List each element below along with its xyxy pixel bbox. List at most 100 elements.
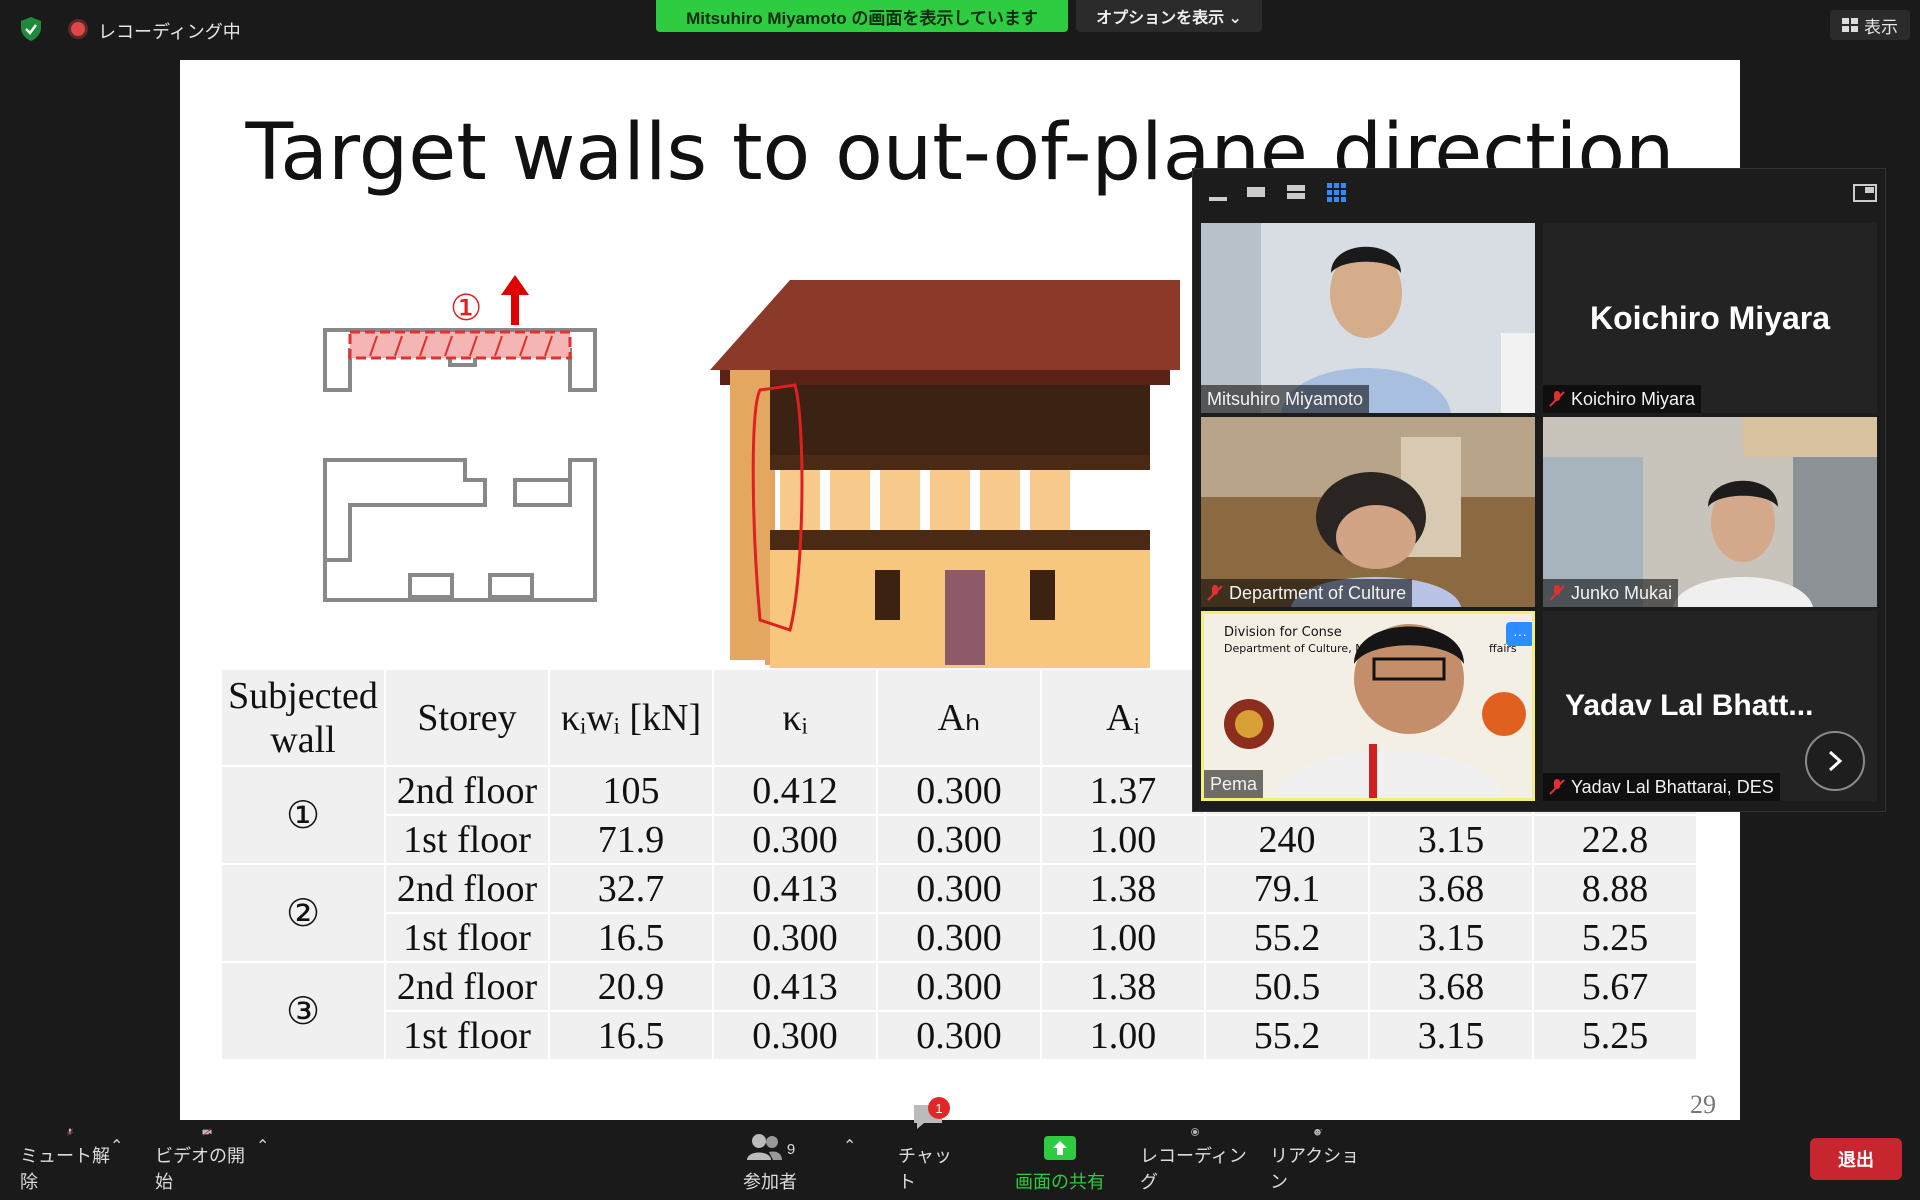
table-row: 1st floor 16.5 0.300 0.300 1.00 55.2 3.15 5.25 — [221, 1010, 1698, 1061]
gallery-view-icon[interactable] — [1325, 183, 1349, 203]
leave-meeting-button[interactable]: 退出 — [1810, 1138, 1902, 1180]
exit-fullscreen-icon[interactable] — [1853, 183, 1877, 203]
table-cell: 2nd floor — [384, 863, 550, 914]
participant-name: Junko Mukai — [1571, 582, 1673, 603]
table-cell: 1st floor — [384, 814, 550, 865]
wall-number-cell: ③ — [220, 961, 386, 1061]
participants-options-caret[interactable]: ⌃ — [843, 1136, 856, 1156]
screen-share-banner: Mitsuhiro Miyamoto の画面を表示しています — [656, 0, 1068, 32]
video-tile[interactable]: Department of Culture — [1201, 417, 1535, 607]
table-cell: 240 — [1204, 814, 1370, 865]
table-cell: 5.67 — [1532, 961, 1698, 1012]
video-tile-active[interactable]: Division for Conse Department of Culture… — [1201, 611, 1535, 801]
start-video-button[interactable]: ビデオの開始 — [155, 1128, 259, 1194]
view-label: 表示 — [1864, 17, 1898, 37]
next-page-button[interactable] — [1805, 731, 1865, 791]
participant-name: Koichiro Miyara — [1571, 388, 1696, 409]
audio-options-caret[interactable]: ⌃ — [110, 1136, 123, 1156]
svg-text:+: + — [1320, 1128, 1323, 1132]
participants-icon — [746, 1134, 782, 1160]
table-cell: 3.15 — [1368, 912, 1534, 963]
table-cell: 0.300 — [712, 814, 878, 865]
table-row: 1st floor 16.5 0.300 0.300 1.00 55.2 3.15 5.25 — [221, 912, 1698, 963]
share-screen-button[interactable]: 画面の共有 — [1010, 1128, 1110, 1194]
table-cell: 0.412 — [712, 765, 878, 816]
table-cell: 32.7 — [548, 863, 714, 914]
view-button[interactable]: 表示 — [1830, 10, 1910, 40]
mic-muted-icon — [1549, 391, 1565, 407]
view-options-button[interactable]: オプションを表示 ⌄ — [1076, 0, 1262, 32]
unmute-button[interactable]: ミュート解除 — [20, 1128, 120, 1194]
security-shield-icon[interactable] — [18, 16, 44, 42]
table-cell: 3.15 — [1368, 1010, 1534, 1061]
table-cell: 3.68 — [1368, 863, 1534, 914]
table-cell: 1.00 — [1040, 814, 1206, 865]
more-options-button[interactable]: ··· — [1506, 622, 1532, 646]
recording-icon — [68, 19, 88, 39]
video-tile[interactable]: Mitsuhiro Miyamoto — [1201, 223, 1535, 413]
video-options-caret[interactable]: ⌃ — [256, 1136, 269, 1156]
share-screen-icon — [1044, 1136, 1076, 1160]
wall-number-cell: ② — [220, 863, 386, 963]
table-cell: 1.38 — [1040, 863, 1206, 914]
table-cell: 50.5 — [1204, 961, 1370, 1012]
house-illustration — [710, 280, 1180, 670]
participants-count: 9 — [786, 1141, 796, 1158]
table-cell: 0.300 — [876, 1010, 1042, 1061]
table-cell: 5.25 — [1532, 1010, 1698, 1061]
participant-name: Department of Culture — [1229, 582, 1407, 603]
table-row: ② 2nd floor 32.7 0.413 0.300 1.38 79.1 3.68 8.88 — [220, 863, 1698, 963]
video-gallery-panel[interactable]: Mitsuhiro Miyamoto Koichiro Miyara Koich… — [1192, 168, 1886, 812]
participant-name: Mitsuhiro Miyamoto — [1201, 385, 1370, 413]
top-bar: レコーディング中 Mitsuhiro Miyamoto の画面を表示しています … — [0, 0, 1920, 60]
unmute-label: ミュート解除 — [20, 1146, 110, 1192]
table-header: κᵢwᵢ [kN] — [548, 668, 714, 767]
speaker-view-icon[interactable] — [1245, 183, 1269, 203]
table-cell: 0.300 — [876, 863, 1042, 914]
participant-name-label: Yadav Lal Bhattarai, DES — [1543, 773, 1780, 801]
table-cell: 1.38 — [1040, 961, 1206, 1012]
chat-button[interactable]: 1 チャット — [898, 1097, 958, 1194]
table-cell: 1st floor — [384, 912, 550, 963]
table-header: Aᵢ — [1040, 668, 1206, 767]
table-cell: 0.300 — [876, 961, 1042, 1012]
record-button[interactable]: レコーディング — [1140, 1128, 1250, 1194]
mic-muted-icon — [1549, 585, 1565, 601]
participant-name: Pema — [1204, 770, 1264, 798]
reaction-emoji-icon: + — [1314, 1128, 1323, 1136]
minimize-icon[interactable] — [1207, 183, 1231, 203]
chat-label: チャット — [898, 1146, 952, 1192]
table-row: 1st floor 71.9 0.300 0.300 1.00 240 3.15 22.8 — [221, 814, 1698, 865]
video-tile[interactable]: Koichiro Miyara Koichiro Miyara — [1543, 223, 1877, 413]
table-cell: 2nd floor — [384, 961, 550, 1012]
table-cell: 0.300 — [712, 1010, 878, 1061]
record-label: レコーディング — [1140, 1146, 1247, 1192]
arrow-up-icon — [501, 275, 529, 325]
table-cell: 1st floor — [384, 1010, 550, 1061]
mic-muted-icon — [66, 1128, 74, 1136]
table-cell: 16.5 — [548, 912, 714, 963]
chat-unread-badge: 1 — [928, 1097, 950, 1119]
participants-label: 参加者 — [743, 1172, 797, 1192]
table-cell: 55.2 — [1204, 1010, 1370, 1061]
plan-wall-marker: ① — [450, 288, 482, 329]
table-cell: 71.9 — [548, 814, 714, 865]
meeting-controls-bar: ミュート解除 ⌃ ビデオの開始 ⌃ 9 参加者 ⌃ 1 チャット 画面の共有 レ… — [0, 1097, 1920, 1200]
participant-name: Yadav Lal Bhattarai, DES — [1571, 776, 1774, 797]
table-cell: 55.2 — [1204, 912, 1370, 963]
record-icon — [1191, 1128, 1199, 1136]
table-header: Storey — [384, 668, 550, 767]
video-tile[interactable]: Junko Mukai — [1543, 417, 1877, 607]
table-cell: 5.25 — [1532, 912, 1698, 963]
start-video-label: ビデオの開始 — [155, 1146, 245, 1192]
page-number: 29 — [1690, 1090, 1716, 1119]
reactions-button[interactable]: + リアクション — [1270, 1128, 1366, 1194]
table-cell: 0.413 — [712, 863, 878, 914]
pema-banner-line1: Division for Conse — [1224, 625, 1342, 640]
wall-number-cell: ① — [220, 765, 386, 865]
table-cell: 0.300 — [876, 814, 1042, 865]
participants-button[interactable]: 9 参加者 — [740, 1128, 800, 1194]
chevron-right-icon — [1828, 750, 1843, 772]
table-cell: 1.00 — [1040, 1010, 1206, 1061]
strip-view-icon[interactable] — [1285, 183, 1309, 203]
